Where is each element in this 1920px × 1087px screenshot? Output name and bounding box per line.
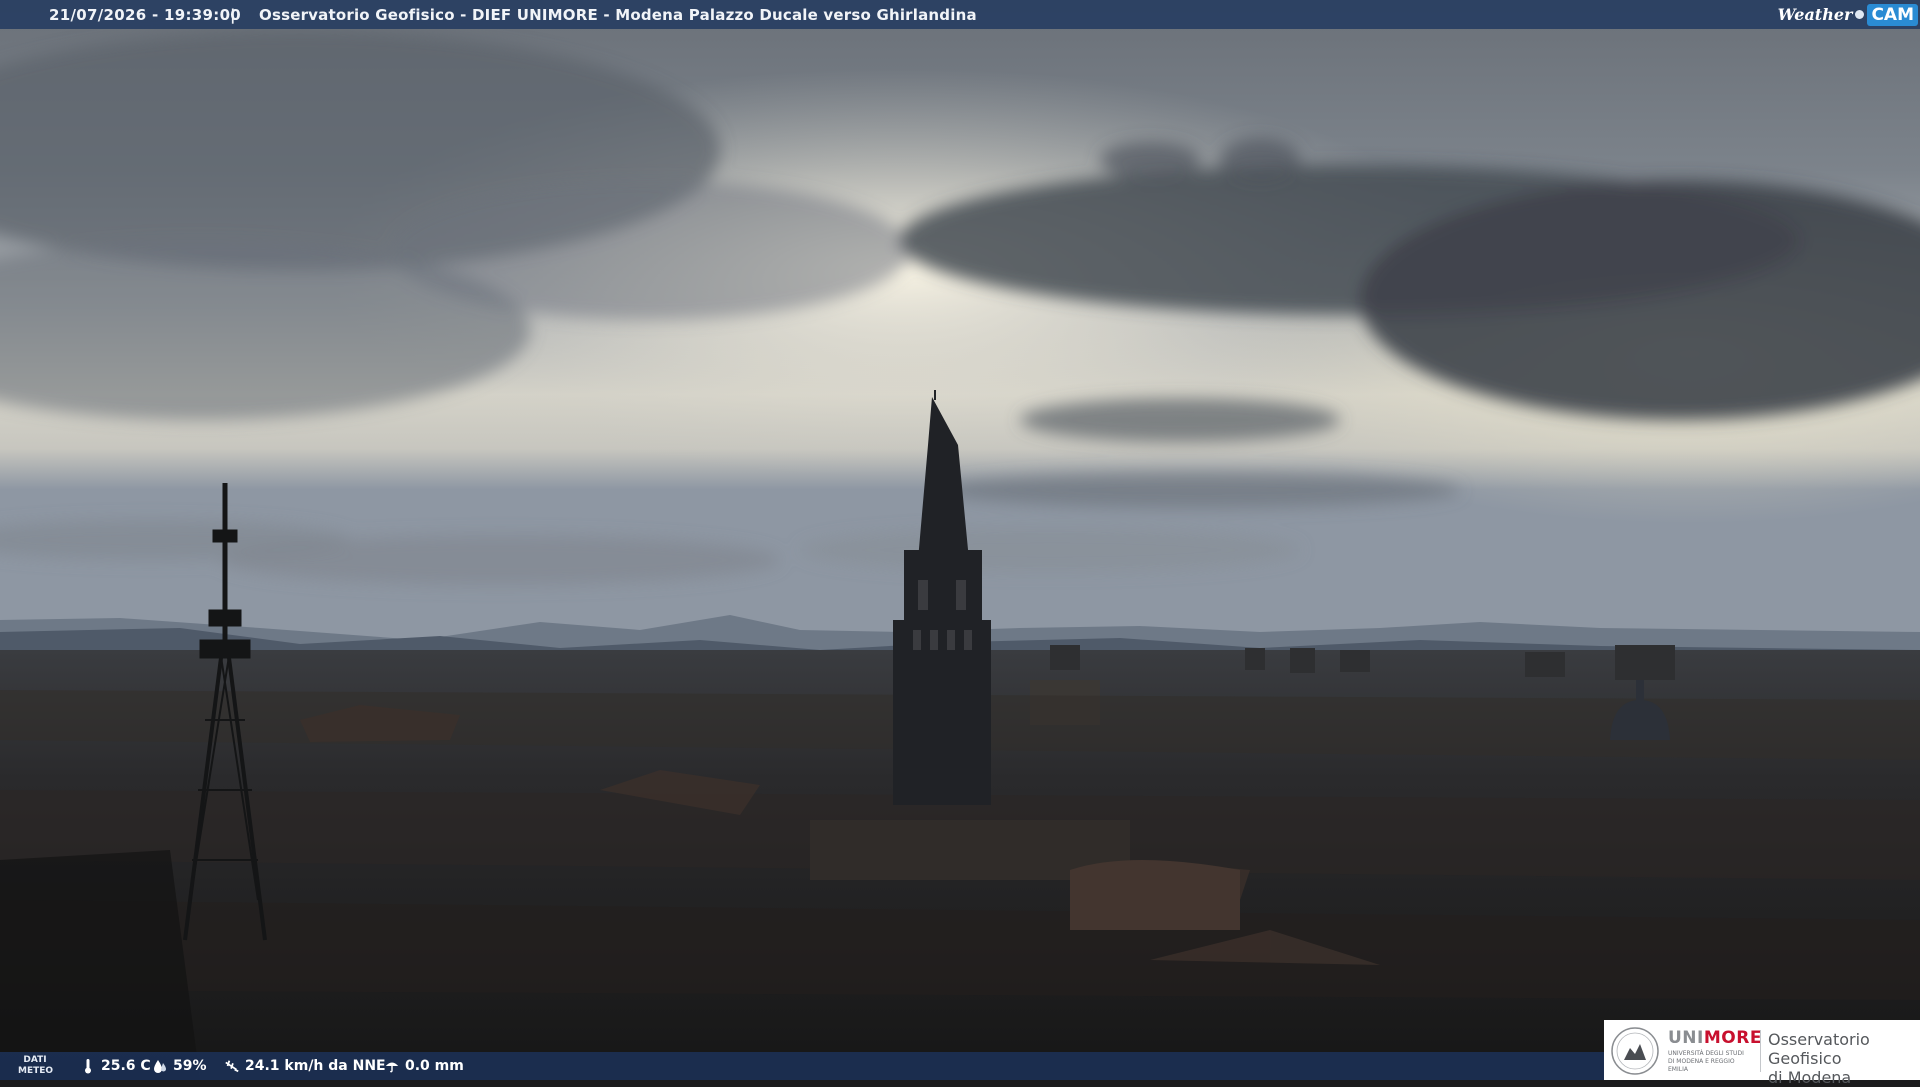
unimore-subtitle: UNIVERSITÀ DEGLI STUDI DI MODENA E REGGI… xyxy=(1668,1050,1744,1073)
rain-value: 0.0 mm xyxy=(405,1058,464,1074)
weather-data-bar: DATI METEO 25.6 C 59% 24.1 km/h da NNE 0… xyxy=(0,1052,1604,1080)
rain-umbrella-icon xyxy=(384,1058,400,1074)
top-info-bar: 21/07/2026 - 19:39:00 | Osservatorio Geo… xyxy=(0,0,1920,29)
brand-dot-icon xyxy=(1855,10,1865,19)
logo-divider xyxy=(1760,1030,1761,1072)
weathercam-logo: Weather CAM xyxy=(1778,2,1918,27)
dati-meteo-label: DATI METEO xyxy=(18,1055,54,1076)
wind-reading: 24.1 km/h da NNE xyxy=(224,1058,386,1074)
unimore-wordmark: UNIMORE xyxy=(1668,1028,1762,1048)
separator: | xyxy=(230,6,236,24)
temperature-value: 25.6 C xyxy=(101,1058,151,1074)
timestamp: 21/07/2026 - 19:39:00 xyxy=(49,6,242,24)
brand-cam: CAM xyxy=(1867,3,1918,26)
brand-weather: Weather xyxy=(1777,5,1853,24)
thermometer-icon xyxy=(80,1058,96,1074)
university-seal-icon xyxy=(1611,1027,1659,1075)
webcam-photo xyxy=(0,0,1920,1080)
humidity-reading: 59% xyxy=(152,1058,207,1074)
wind-value: 24.1 km/h da NNE xyxy=(245,1058,386,1074)
humidity-drop-icon xyxy=(152,1058,168,1074)
camera-title: Osservatorio Geofisico - DIEF UNIMORE - … xyxy=(259,6,977,24)
rain-reading: 0.0 mm xyxy=(384,1058,464,1074)
observatory-name: Osservatorio Geofisico di Modena xyxy=(1768,1030,1870,1087)
unimore-logo-box: UNIMORE UNIVERSITÀ DEGLI STUDI DI MODENA… xyxy=(1604,1020,1920,1087)
wind-icon xyxy=(224,1058,240,1074)
humidity-value: 59% xyxy=(173,1058,207,1074)
temperature-reading: 25.6 C xyxy=(80,1058,151,1074)
